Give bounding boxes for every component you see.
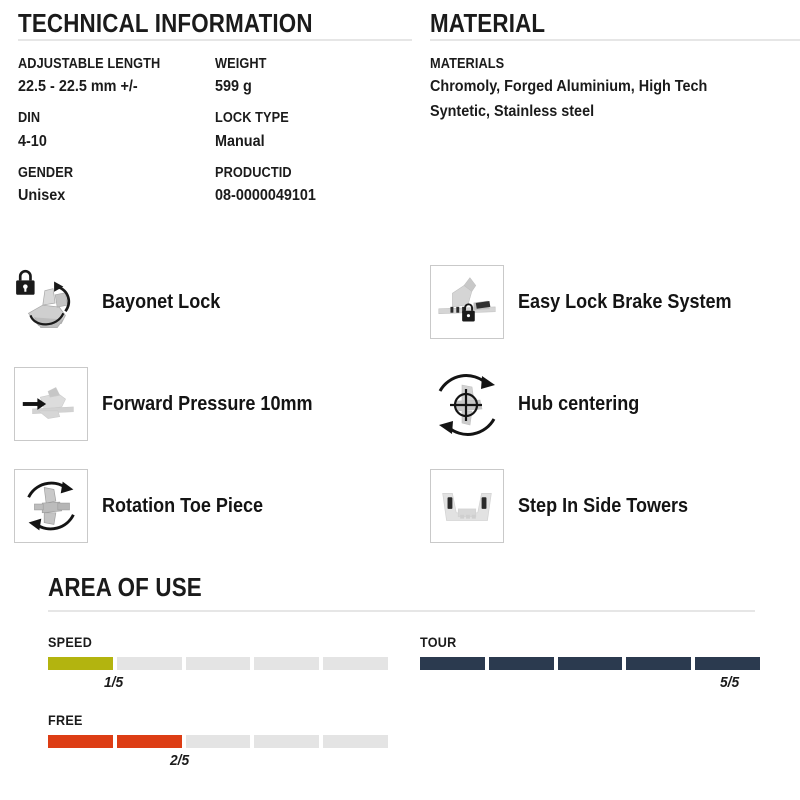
- spec-value: 22.5 - 22.5 mm +/-: [18, 78, 138, 96]
- rating-segment: [323, 657, 388, 670]
- hub-crosshair-rotation-icon: [430, 367, 504, 441]
- spec-label: PRODUCTID: [215, 164, 292, 181]
- rating-segment: [48, 657, 113, 670]
- features-section: Bayonet Lock Forward Pressure 10mm Rotat…: [0, 252, 800, 562]
- rating-speed: SPEED 1/5: [48, 634, 388, 691]
- spec-item: PRODUCTID 08-0000049101: [215, 162, 412, 209]
- spec-item: MATERIALS Chromoly, Forged Aluminium, Hi…: [430, 53, 800, 125]
- feature-label: Hub centering: [518, 392, 640, 415]
- spec-label: GENDER: [18, 164, 74, 181]
- rating-segment: [420, 657, 485, 670]
- rating-segment: [626, 657, 692, 670]
- rating-tour: TOUR 5/5: [420, 634, 760, 691]
- feature-item: Rotation Toe Piece: [14, 456, 414, 556]
- feature-label: Rotation Toe Piece: [102, 494, 264, 517]
- technical-information-divider: [18, 39, 412, 41]
- features-right-column: Easy Lock Brake System Hub centering Ste…: [430, 252, 800, 556]
- spec-item: DIN 4-10: [18, 107, 215, 154]
- feature-item: Forward Pressure 10mm: [14, 352, 414, 456]
- rating-segment: [254, 657, 320, 670]
- toe-piece-rotation-icon: [14, 469, 88, 543]
- rating-segment: [116, 657, 182, 670]
- spec-item: LOCK TYPE Manual: [215, 107, 412, 154]
- rating-label: FREE: [48, 712, 83, 728]
- feature-item: Easy Lock Brake System: [430, 252, 800, 352]
- feature-label: Easy Lock Brake System: [518, 290, 732, 313]
- tech-specs-column-2: WEIGHT 599 g LOCK TYPE Manual PRODUCTID …: [215, 53, 412, 216]
- spec-label: MATERIALS: [430, 56, 505, 72]
- spec-value: 4-10: [18, 132, 47, 150]
- rating-segment: [254, 735, 320, 748]
- rating-segment: [488, 657, 554, 670]
- area-of-use-section: AREA OF USE SPEED 1/5 TOUR 5/5 FREE 2/5: [0, 572, 800, 800]
- feature-label: Bayonet Lock: [102, 290, 221, 313]
- technical-information-section: TECHNICAL INFORMATION ADJUSTABLE LENGTH …: [0, 8, 412, 216]
- spec-item: WEIGHT 599 g: [215, 53, 412, 100]
- spec-value: 599 g: [215, 78, 252, 96]
- side-towers-icon: [430, 469, 504, 543]
- rating-label: TOUR: [420, 634, 457, 650]
- feature-item: Hub centering: [430, 352, 800, 456]
- binding-rotation-lock-icon: [14, 265, 88, 339]
- spec-item: ADJUSTABLE LENGTH 22.5 - 22.5 mm +/-: [18, 53, 215, 100]
- rating-track: [420, 657, 760, 670]
- spec-value: Unisex: [18, 187, 66, 204]
- rating-segment: [48, 735, 113, 748]
- rating-free: FREE 2/5: [48, 712, 388, 769]
- feature-item: Bayonet Lock: [14, 252, 414, 352]
- binding-forward-arrow-icon: [14, 367, 88, 441]
- rating-segment: [695, 657, 760, 670]
- rating-segment: [557, 657, 623, 670]
- info-band: TECHNICAL INFORMATION ADJUSTABLE LENGTH …: [0, 8, 800, 216]
- rating-segment: [116, 735, 182, 748]
- technical-information-title: TECHNICAL INFORMATION: [18, 8, 313, 38]
- rating-label: SPEED: [48, 634, 93, 650]
- material-divider: [430, 39, 800, 41]
- feature-label: Step In Side Towers: [518, 494, 689, 517]
- product-spec-sheet: TECHNICAL INFORMATION ADJUSTABLE LENGTH …: [0, 0, 800, 800]
- brake-padlock-icon: [430, 265, 504, 339]
- spec-label: ADJUSTABLE LENGTH: [18, 56, 161, 72]
- material-specs-column: MATERIALS Chromoly, Forged Aluminium, Hi…: [430, 53, 800, 132]
- area-of-use-title: AREA OF USE: [48, 572, 202, 602]
- material-section: MATERIAL MATERIALS Chromoly, Forged Alum…: [412, 8, 800, 216]
- spec-label: WEIGHT: [215, 56, 267, 72]
- tech-specs-column-1: ADJUSTABLE LENGTH 22.5 - 22.5 mm +/- DIN…: [18, 53, 215, 216]
- features-left-column: Bayonet Lock Forward Pressure 10mm Rotat…: [14, 252, 414, 556]
- rating-segment: [185, 657, 251, 670]
- rating-track: [48, 735, 388, 748]
- feature-item: Step In Side Towers: [430, 456, 800, 556]
- spec-value: Chromoly, Forged Aluminium, High Tech Sy…: [430, 78, 708, 121]
- rating-segment: [323, 735, 388, 748]
- rating-fraction: 2/5: [170, 752, 190, 769]
- spec-item: GENDER Unisex: [18, 162, 215, 209]
- spec-label: DIN: [18, 110, 41, 127]
- rating-track: [48, 657, 388, 670]
- rating-fraction: 5/5: [720, 674, 740, 691]
- material-title: MATERIAL: [430, 8, 546, 38]
- spec-label: LOCK TYPE: [215, 110, 289, 127]
- area-of-use-divider: [48, 610, 755, 612]
- feature-label: Forward Pressure 10mm: [102, 392, 313, 415]
- spec-value: Manual: [215, 132, 265, 150]
- rating-segment: [185, 735, 251, 748]
- rating-fraction: 1/5: [104, 674, 124, 691]
- padlock-glyph: [16, 269, 35, 295]
- spec-value: 08-0000049101: [215, 187, 316, 204]
